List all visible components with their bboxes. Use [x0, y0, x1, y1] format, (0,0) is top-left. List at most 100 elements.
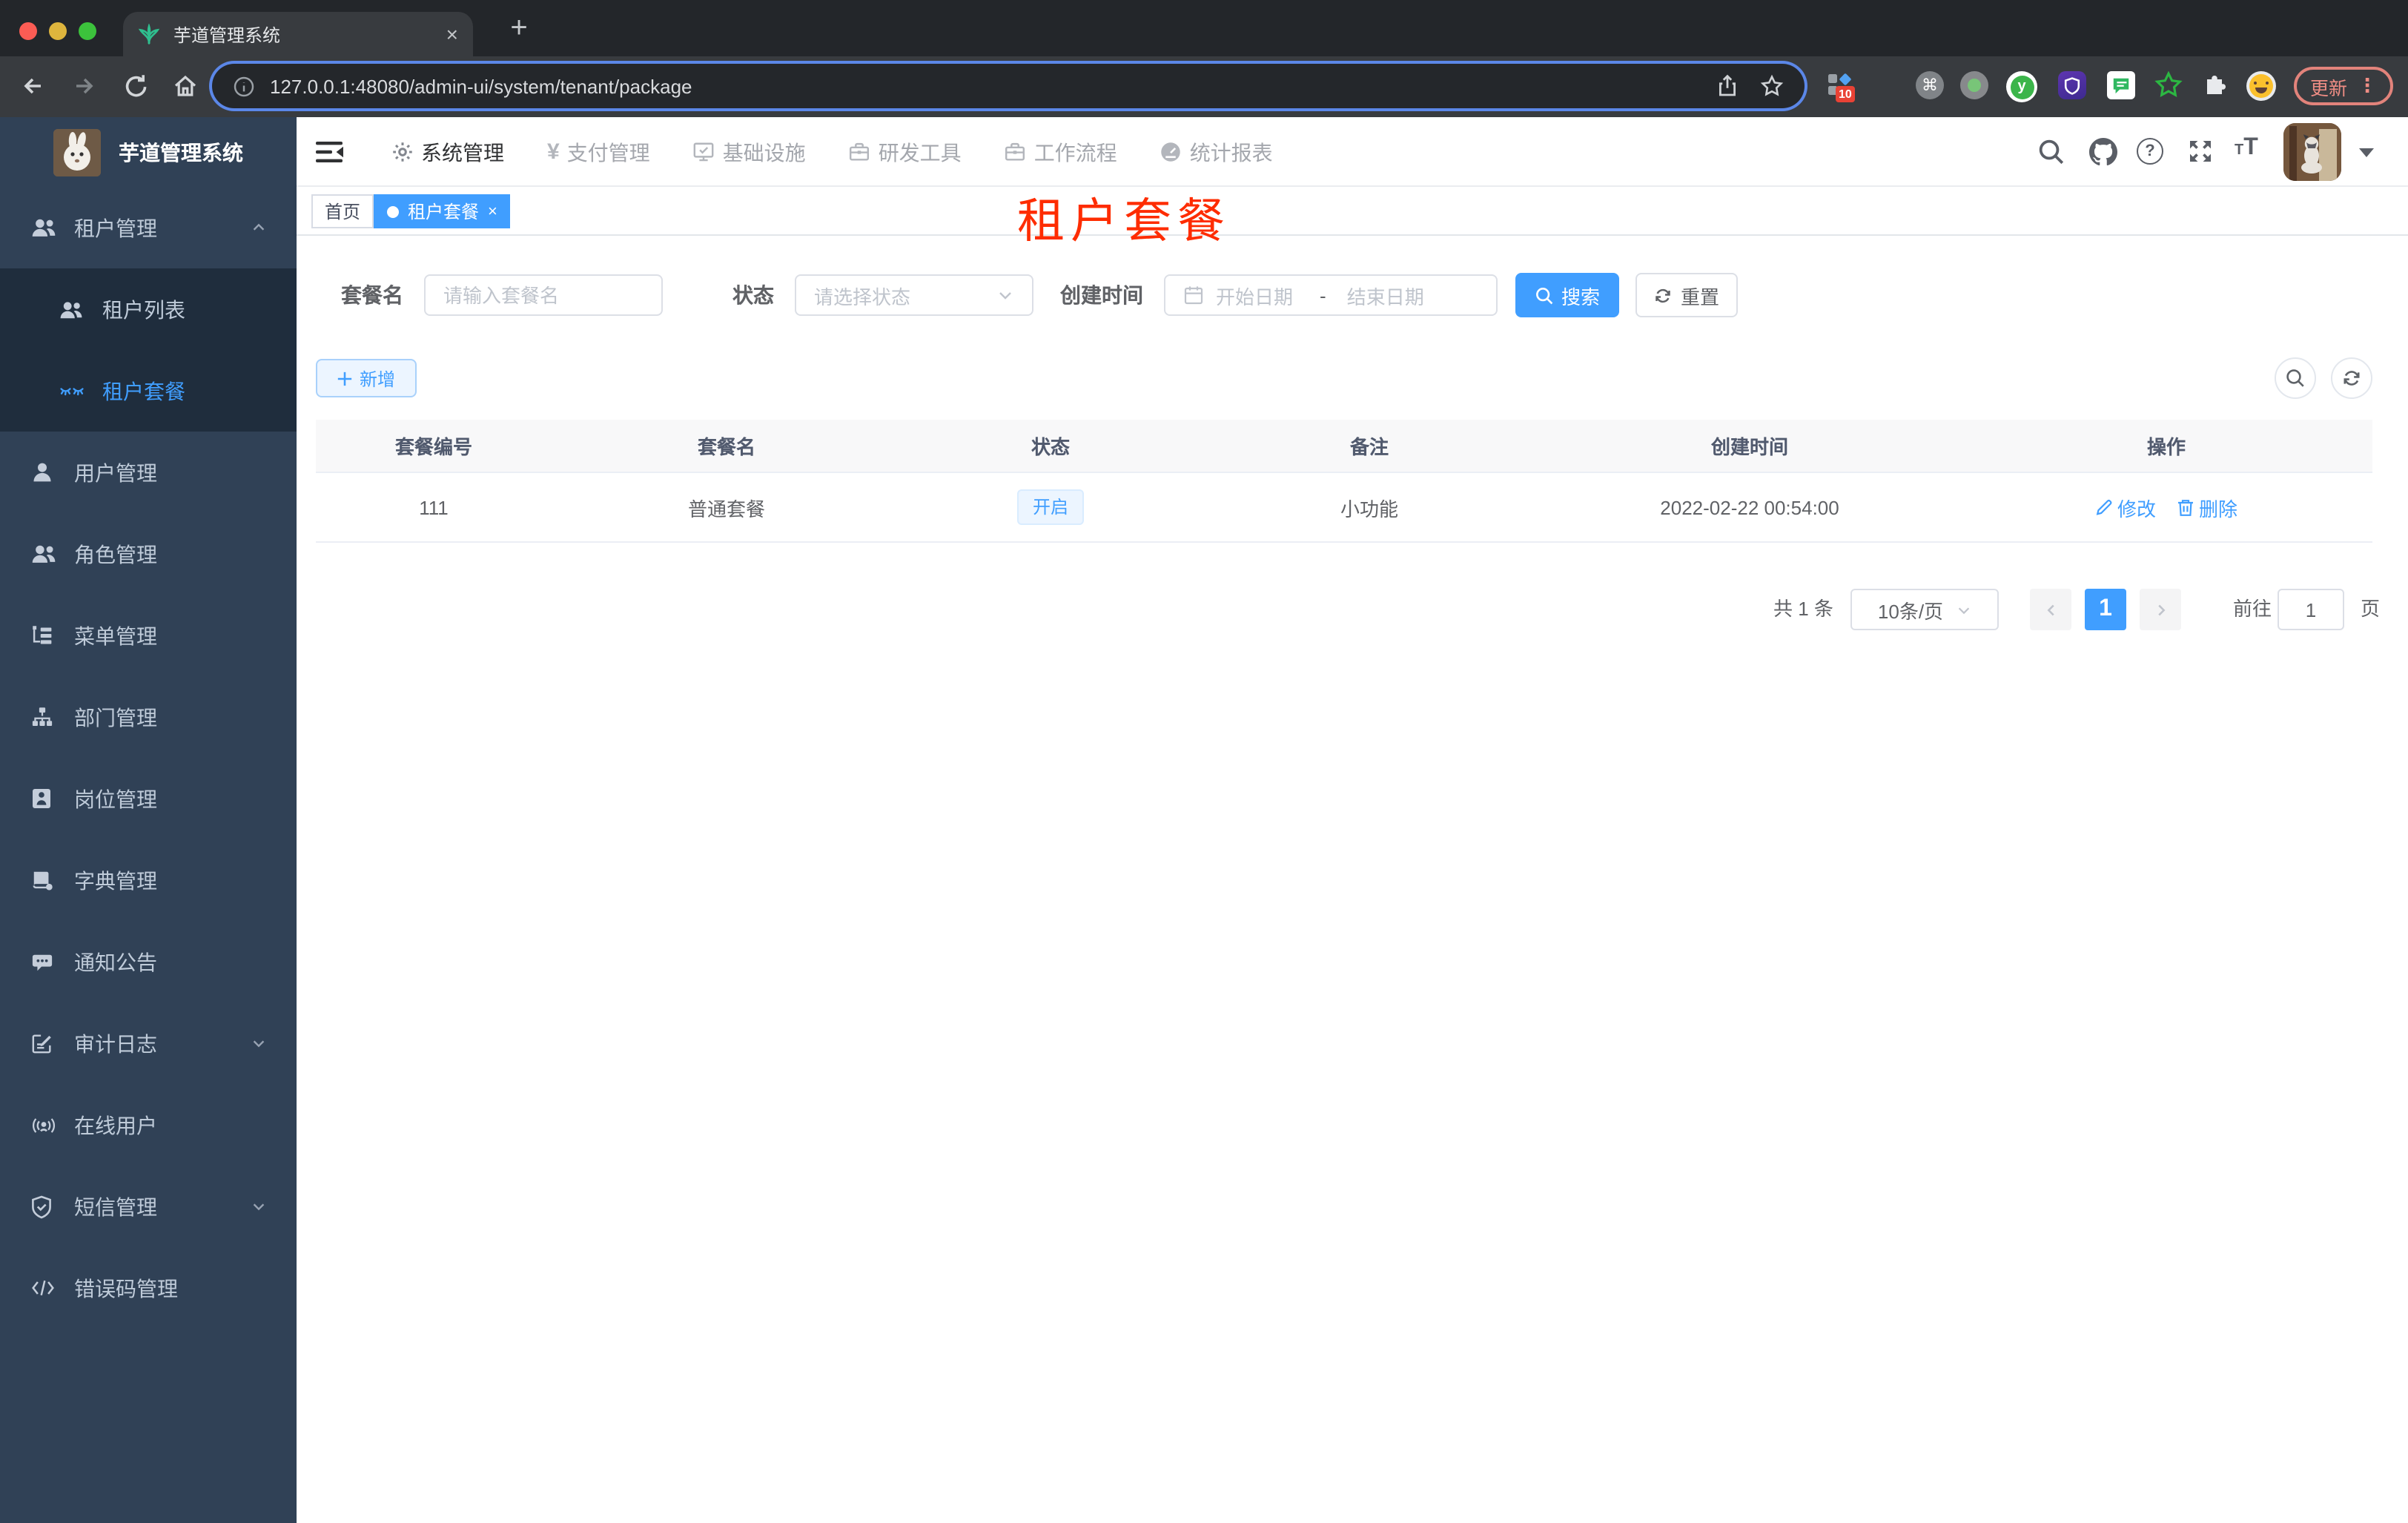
refresh-button[interactable] [2331, 357, 2372, 399]
sidebar: 芋道管理系统 租户管理 租户列表 租户套餐 用户管理 角色管理 菜单管理 部门管… [0, 117, 297, 1523]
app-title: 芋道管理系统 [119, 140, 243, 164]
org-tree-icon [31, 706, 56, 728]
date-separator: - [1320, 284, 1326, 306]
browser-menu-icon[interactable]: ⋮ [2358, 74, 2377, 98]
top-menu-system[interactable]: 系统管理 [391, 137, 504, 167]
update-label: 更新 [2310, 78, 2348, 99]
column-header-status: 状态 [1031, 436, 1070, 458]
filter-status-select[interactable]: 请选择状态 [795, 274, 1033, 316]
url-bar[interactable]: 127.0.0.1:48080/admin-ui/system/tenant/p… [212, 64, 1805, 108]
extension-shield-icon[interactable] [2058, 71, 2086, 99]
top-menu-devtools[interactable]: 研发工具 [849, 137, 962, 167]
page-number-button[interactable]: 1 [2085, 589, 2126, 630]
avatar-caret-down-icon[interactable] [2359, 148, 2374, 157]
chevron-down-icon [996, 286, 1014, 304]
sidebar-fold-icon[interactable] [316, 139, 344, 165]
add-button[interactable]: 新增 [316, 359, 417, 397]
sidebar-item-audit-log[interactable]: 审计日志 [0, 1002, 297, 1084]
reset-button[interactable]: 重置 [1635, 273, 1738, 317]
back-icon[interactable] [19, 73, 46, 99]
extension-y-icon[interactable]: y [2006, 71, 2037, 102]
sidebar-item-error-code[interactable]: 错误码管理 [0, 1247, 297, 1329]
github-icon[interactable] [2089, 138, 2117, 166]
goto-page-input[interactable] [2278, 589, 2344, 630]
sidebar-item-notice[interactable]: 通知公告 [0, 921, 297, 1002]
share-icon[interactable] [1716, 74, 1739, 98]
sidebar-item-dict-management[interactable]: 字典管理 [0, 839, 297, 921]
app-logo-rabbit-image [53, 128, 101, 176]
sidebar-item-role-management[interactable]: 角色管理 [0, 513, 297, 595]
extension-tiles-icon[interactable]: 10 [1827, 71, 1855, 102]
app-logo-row[interactable]: 芋道管理系统 [0, 117, 297, 187]
browser-tab[interactable]: 芋道管理系统 × [123, 12, 473, 56]
search-button[interactable]: 搜索 [1515, 273, 1619, 317]
filter-date-range[interactable]: 开始日期 - 结束日期 [1164, 274, 1498, 316]
cell-package-name: 普通套餐 [687, 498, 765, 520]
next-page-button[interactable] [2140, 589, 2181, 630]
tab-close-icon[interactable]: × [446, 24, 458, 44]
log-pen-icon [31, 1032, 56, 1054]
new-tab-button[interactable]: + [500, 9, 538, 47]
sidebar-item-online-users[interactable]: 在线用户 [0, 1084, 297, 1166]
user-avatar[interactable] [2283, 123, 2341, 181]
profile-avatar-icon[interactable] [2246, 71, 2276, 101]
home-icon[interactable] [172, 73, 199, 99]
fullscreen-icon[interactable] [2187, 138, 2214, 165]
top-menu-workflow[interactable]: 工作流程 [1005, 137, 1117, 167]
top-menu-payment[interactable]: ¥ 支付管理 [547, 137, 650, 167]
filter-name-field [424, 274, 663, 316]
prev-page-button[interactable] [2030, 589, 2071, 630]
tag-home[interactable]: 首页 [311, 194, 374, 228]
cell-status: 开启 [902, 473, 1200, 541]
extension-star-icon[interactable] [2154, 71, 2183, 99]
extension-badge: 10 [1836, 86, 1855, 102]
top-menu-reports[interactable]: 统计报表 [1160, 137, 1273, 167]
chevron-down-icon [251, 1198, 267, 1215]
shield-check-icon [31, 1195, 56, 1218]
main-content: 套餐名 状态 请选择状态 创建时间 开始日期 - 结束日期 搜索 重置 [297, 236, 2408, 1523]
extension-chat-icon[interactable] [2107, 71, 2135, 99]
extension-dot-icon[interactable] [1960, 71, 1988, 99]
users-icon [59, 299, 85, 320]
tag-tenant-package[interactable]: 租户套餐 × [374, 194, 511, 228]
delete-link[interactable]: 删除 [2177, 493, 2237, 521]
sidebar-item-department-management[interactable]: 部门管理 [0, 676, 297, 758]
sidebar-item-user-management[interactable]: 用户管理 [0, 432, 297, 513]
show-search-button[interactable] [2275, 357, 2316, 399]
sidebar-item-tenant-package[interactable]: 租户套餐 [0, 350, 297, 432]
bookmark-star-icon[interactable] [1760, 74, 1784, 98]
forward-icon[interactable] [71, 73, 98, 99]
url-text[interactable]: 127.0.0.1:48080/admin-ui/system/tenant/p… [270, 75, 1695, 97]
users-icon [31, 543, 56, 565]
pagination-total: 共 1 条 [1773, 598, 1833, 620]
font-size-icon[interactable]: TT [2235, 135, 2258, 162]
window-minimize-button[interactable] [49, 22, 67, 40]
sidebar-item-post-management[interactable]: 岗位管理 [0, 758, 297, 839]
edit-link[interactable]: 修改 [2095, 493, 2156, 521]
extensions-puzzle-icon[interactable] [2202, 71, 2229, 98]
window-close-button[interactable] [19, 22, 37, 40]
sidebar-item-sms-management[interactable]: 短信管理 [0, 1166, 297, 1247]
filter-name-input[interactable] [426, 276, 661, 314]
column-header-name: 套餐名 [697, 436, 755, 458]
reload-icon[interactable] [123, 73, 150, 99]
message-bubble-icon [31, 951, 56, 972]
date-start-placeholder: 开始日期 [1216, 285, 1294, 308]
tag-close-icon[interactable]: × [488, 202, 497, 220]
chevron-up-icon [251, 219, 267, 236]
column-header-id: 套餐编号 [394, 436, 472, 458]
dictionary-book-icon [31, 869, 56, 891]
update-button[interactable]: 更新 ⋮ [2294, 67, 2394, 105]
sidebar-item-menu-management[interactable]: 菜单管理 [0, 595, 297, 676]
site-info-icon[interactable] [233, 75, 255, 97]
search-icon[interactable] [2037, 138, 2065, 166]
data-table: 套餐编号 套餐名 状态 备注 创建时间 操作 111 普通套餐 开启 小功能 2… [316, 420, 2372, 543]
sidebar-item-tenant-management[interactable]: 租户管理 [0, 187, 297, 268]
top-menu-infrastructure[interactable]: 基础设施 [693, 137, 806, 167]
sidebar-item-tenant-list[interactable]: 租户列表 [0, 268, 297, 350]
page-size-select[interactable]: 10条/页 [1850, 589, 1999, 630]
extension-cmd-icon[interactable]: ⌘ [1916, 71, 1944, 99]
help-icon[interactable]: ? [2137, 138, 2163, 165]
user-icon [31, 461, 56, 483]
window-zoom-button[interactable] [79, 22, 96, 40]
